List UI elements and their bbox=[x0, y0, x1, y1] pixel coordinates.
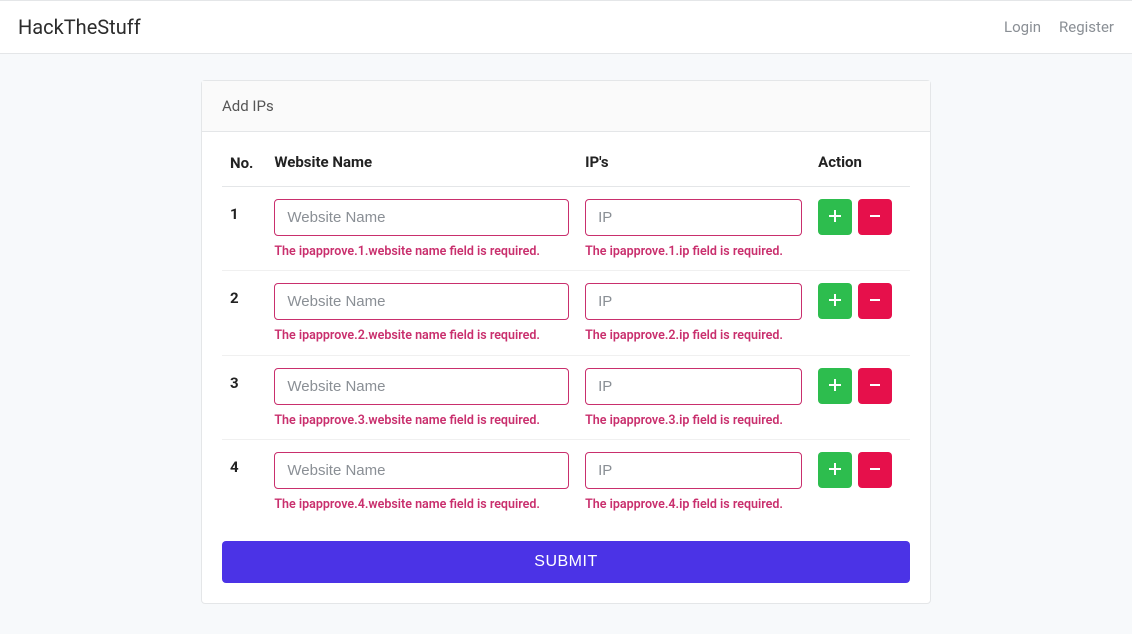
th-website: Website Name bbox=[266, 136, 577, 187]
website-name-input[interactable] bbox=[274, 452, 569, 489]
plus-icon bbox=[828, 461, 842, 479]
table-row: 2 The ipapprove.2.website name field is … bbox=[222, 271, 910, 355]
row-number: 4 bbox=[222, 439, 266, 523]
add-ips-card: Add IPs No. Website Name IP's Action 1 T… bbox=[201, 80, 931, 604]
remove-row-button[interactable] bbox=[858, 283, 892, 319]
ip-error: The ipapprove.3.ip field is required. bbox=[585, 413, 802, 429]
add-row-button[interactable] bbox=[818, 452, 852, 488]
remove-row-button[interactable] bbox=[858, 368, 892, 404]
th-no: No. bbox=[222, 136, 266, 187]
register-link[interactable]: Register bbox=[1059, 18, 1114, 36]
navbar: HackTheStuff Login Register bbox=[0, 0, 1132, 54]
action-buttons bbox=[818, 283, 902, 319]
minus-icon bbox=[868, 461, 882, 479]
ip-input[interactable] bbox=[585, 283, 802, 320]
row-number: 2 bbox=[222, 271, 266, 355]
action-buttons bbox=[818, 199, 902, 235]
plus-icon bbox=[828, 377, 842, 395]
ip-input[interactable] bbox=[585, 452, 802, 489]
add-row-button[interactable] bbox=[818, 283, 852, 319]
brand-title[interactable]: HackTheStuff bbox=[18, 15, 141, 39]
action-buttons bbox=[818, 452, 902, 488]
ip-input[interactable] bbox=[585, 368, 802, 405]
ip-error: The ipapprove.4.ip field is required. bbox=[585, 497, 802, 513]
th-action: Action bbox=[810, 136, 910, 187]
table-row: 4 The ipapprove.4.website name field is … bbox=[222, 439, 910, 523]
ip-table: No. Website Name IP's Action 1 The ipapp… bbox=[222, 136, 910, 523]
website-name-error: The ipapprove.3.website name field is re… bbox=[274, 413, 569, 429]
th-ip: IP's bbox=[577, 136, 810, 187]
remove-row-button[interactable] bbox=[858, 452, 892, 488]
row-number: 3 bbox=[222, 355, 266, 439]
nav-links: Login Register bbox=[1004, 18, 1114, 36]
plus-icon bbox=[828, 292, 842, 310]
website-name-input[interactable] bbox=[274, 199, 569, 236]
action-buttons bbox=[818, 368, 902, 404]
login-link[interactable]: Login bbox=[1004, 18, 1041, 36]
main-container: Add IPs No. Website Name IP's Action 1 T… bbox=[201, 80, 931, 604]
table-row: 3 The ipapprove.3.website name field is … bbox=[222, 355, 910, 439]
table-row: 1 The ipapprove.1.website name field is … bbox=[222, 187, 910, 271]
ip-error: The ipapprove.2.ip field is required. bbox=[585, 328, 802, 344]
card-title: Add IPs bbox=[202, 81, 930, 132]
ip-input[interactable] bbox=[585, 199, 802, 236]
website-name-input[interactable] bbox=[274, 368, 569, 405]
plus-icon bbox=[828, 208, 842, 226]
minus-icon bbox=[868, 377, 882, 395]
website-name-error: The ipapprove.1.website name field is re… bbox=[274, 244, 569, 260]
website-name-error: The ipapprove.2.website name field is re… bbox=[274, 328, 569, 344]
website-name-input[interactable] bbox=[274, 283, 569, 320]
card-body: No. Website Name IP's Action 1 The ipapp… bbox=[202, 136, 930, 603]
minus-icon bbox=[868, 208, 882, 226]
website-name-error: The ipapprove.4.website name field is re… bbox=[274, 497, 569, 513]
minus-icon bbox=[868, 292, 882, 310]
add-row-button[interactable] bbox=[818, 368, 852, 404]
ip-error: The ipapprove.1.ip field is required. bbox=[585, 244, 802, 260]
submit-button[interactable]: SUBMIT bbox=[222, 541, 910, 583]
remove-row-button[interactable] bbox=[858, 199, 892, 235]
row-number: 1 bbox=[222, 187, 266, 271]
add-row-button[interactable] bbox=[818, 199, 852, 235]
